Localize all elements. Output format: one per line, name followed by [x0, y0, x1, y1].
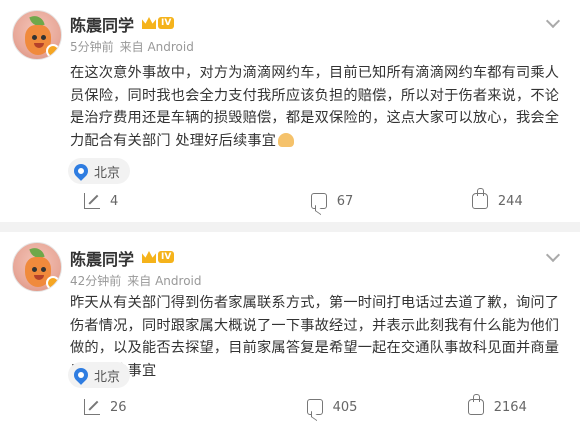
- share-button[interactable]: 26: [0, 396, 249, 418]
- like-count: 2164: [493, 399, 527, 415]
- level-badge: IV: [142, 15, 175, 31]
- chevron-down-icon[interactable]: [545, 247, 561, 263]
- share-icon: [84, 193, 100, 209]
- location-pin-icon: [71, 365, 91, 385]
- like-icon: [467, 394, 484, 415]
- location-tag[interactable]: 北京: [68, 158, 131, 184]
- action-bar: 26 405 2164: [0, 394, 580, 418]
- like-button[interactable]: 2164: [415, 394, 580, 418]
- share-icon: [84, 399, 100, 415]
- post-card: 陈震同学 IV 42分钟前 来自 Android 昨天从有关部门得到伤者家属联系方…: [0, 232, 580, 434]
- post-time: 42分钟前: [70, 274, 122, 288]
- comment-button[interactable]: 405: [249, 396, 414, 418]
- praying-hands-icon: [278, 132, 295, 147]
- crown-icon: [142, 17, 156, 29]
- crown-icon: [142, 251, 156, 263]
- like-button[interactable]: 244: [415, 188, 580, 212]
- share-button[interactable]: 4: [0, 190, 249, 212]
- like-count: 244: [497, 193, 523, 209]
- chevron-down-icon[interactable]: [545, 13, 561, 29]
- post-content: 在这次意外事故中，对方为滴滴网约车，目前已知所有滴滴网约车都有司乘人员保险，同时…: [70, 65, 560, 149]
- comment-icon: [306, 399, 323, 415]
- comment-button[interactable]: 67: [249, 190, 414, 212]
- comment-icon: [310, 193, 327, 209]
- post-source: 来自 Android: [119, 40, 194, 54]
- location-pin-icon: [71, 161, 91, 181]
- post-card: 陈震同学 IV 5分钟前 来自 Android 在这次意外事故中，对方为滴滴网约车…: [0, 0, 580, 222]
- post-time: 5分钟前: [70, 40, 114, 54]
- post-meta: 42分钟前 来自 Android: [70, 272, 208, 289]
- location-tag[interactable]: 北京: [68, 362, 131, 388]
- post-content: 昨天从有关部门得到伤者家属联系方式，第一时间打电话过去道了歉，询问了伤者情况，同…: [70, 295, 560, 379]
- comment-count: 405: [332, 399, 358, 415]
- post-divider: [0, 222, 580, 232]
- avatar[interactable]: [12, 10, 62, 60]
- comment-count: 67: [336, 193, 354, 209]
- weibo-feed: 陈震同学 IV 5分钟前 来自 Android 在这次意外事故中，对方为滴滴网约车…: [0, 0, 580, 434]
- verified-badge-icon: [46, 44, 60, 58]
- verified-badge-icon: [46, 276, 60, 290]
- level-badge: IV: [142, 249, 175, 265]
- location-label: 北京: [94, 369, 121, 385]
- share-count: 4: [110, 193, 119, 209]
- action-bar: 4 67 244: [0, 188, 580, 212]
- avatar[interactable]: [12, 242, 62, 292]
- author-name[interactable]: 陈震同学: [70, 12, 134, 36]
- like-icon: [471, 188, 488, 209]
- post-meta: 5分钟前 来自 Android: [70, 38, 200, 55]
- author-name[interactable]: 陈震同学: [70, 246, 134, 270]
- share-count: 26: [110, 399, 127, 415]
- post-source: 来自 Android: [127, 274, 202, 288]
- location-label: 北京: [94, 165, 121, 181]
